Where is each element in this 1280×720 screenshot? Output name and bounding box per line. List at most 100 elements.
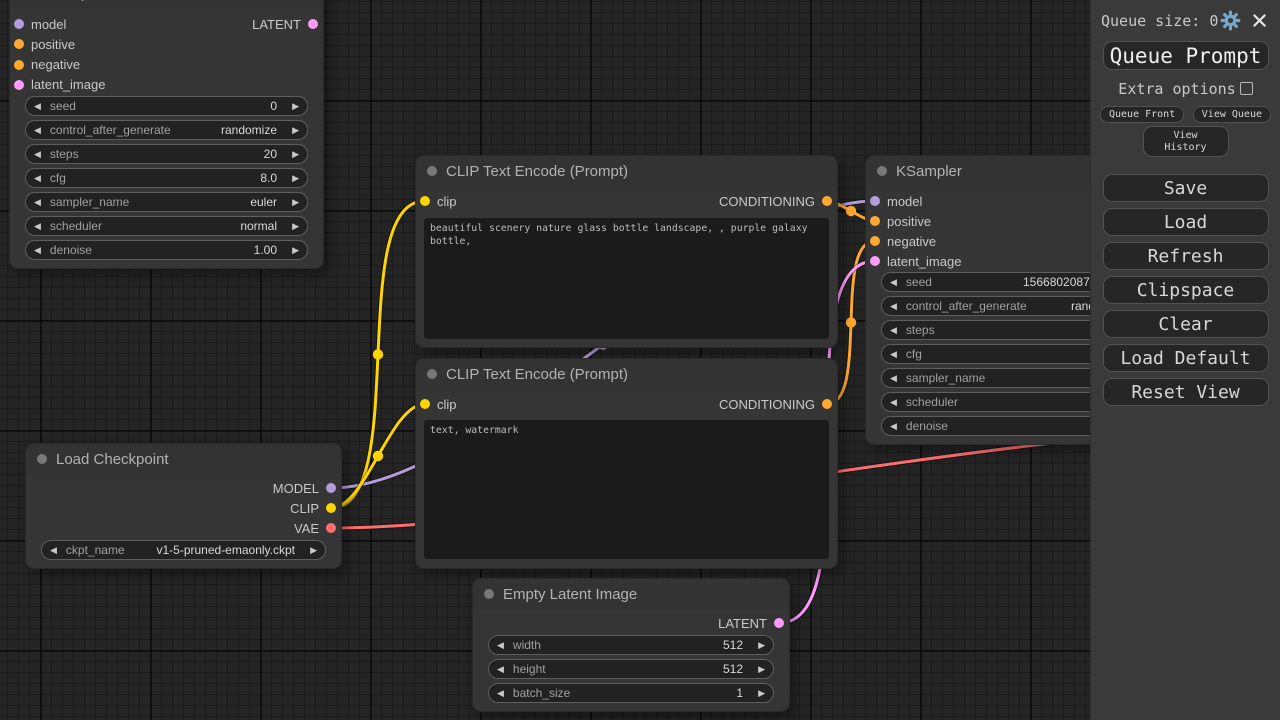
widget-decrement-icon[interactable]: ◀ bbox=[34, 149, 41, 160]
port-latent_image-icon[interactable] bbox=[870, 256, 880, 266]
widget-increment-icon[interactable]: ▶ bbox=[292, 101, 299, 112]
queue-prompt-button[interactable]: Queue Prompt bbox=[1103, 41, 1269, 70]
widget-steps[interactable]: ◀steps20▶ bbox=[25, 144, 308, 164]
widget-height[interactable]: ◀height512▶ bbox=[488, 659, 774, 679]
widget-cfg[interactable]: ◀cfg8.0▶ bbox=[25, 168, 308, 188]
widget-increment-icon[interactable]: ▶ bbox=[292, 221, 299, 232]
widget-decrement-icon[interactable]: ◀ bbox=[890, 373, 897, 384]
gear-icon[interactable] bbox=[1220, 10, 1241, 31]
reset-view-button[interactable]: Reset View bbox=[1103, 378, 1269, 406]
extra-options-checkbox[interactable] bbox=[1240, 82, 1253, 95]
view-history-button[interactable]: View History bbox=[1143, 126, 1229, 157]
node-title-bar[interactable]: Empty Latent Image bbox=[473, 579, 789, 609]
node-empty-latent-image[interactable]: Empty Latent Image LATENT◀width512▶◀heig… bbox=[473, 579, 789, 711]
prompt-textarea[interactable]: text, watermark bbox=[424, 420, 829, 559]
widget-decrement-icon[interactable]: ◀ bbox=[890, 421, 897, 432]
port-CONDITIONING-icon[interactable] bbox=[822, 399, 832, 409]
port-negative-icon[interactable] bbox=[14, 60, 24, 70]
prompt-textarea[interactable]: beautiful scenery nature glass bottle la… bbox=[424, 218, 829, 339]
widget-increment-icon[interactable]: ▶ bbox=[292, 197, 299, 208]
port-latent_image-icon[interactable] bbox=[14, 80, 24, 90]
widget-increment-icon[interactable]: ▶ bbox=[292, 149, 299, 160]
widget-increment-icon[interactable]: ▶ bbox=[292, 125, 299, 136]
slot-label: negative bbox=[887, 234, 936, 249]
widget-decrement-icon[interactable]: ◀ bbox=[890, 325, 897, 336]
widget-increment-icon[interactable]: ▶ bbox=[758, 640, 765, 651]
load-default-button[interactable]: Load Default bbox=[1103, 344, 1269, 372]
slot-latent_image: latent_image bbox=[870, 252, 961, 270]
queue-front-button[interactable]: Queue Front bbox=[1100, 106, 1184, 123]
widget-decrement-icon[interactable]: ◀ bbox=[890, 301, 897, 312]
widget-ckpt_name[interactable]: ◀ckpt_namev1-5-pruned-emaonly.ckpt▶ bbox=[41, 540, 326, 560]
widget-label: seed bbox=[906, 275, 932, 289]
slot-label: model bbox=[887, 194, 922, 209]
widget-increment-icon[interactable]: ▶ bbox=[758, 664, 765, 675]
widget-width[interactable]: ◀width512▶ bbox=[488, 635, 774, 655]
clipspace-button[interactable]: Clipspace bbox=[1103, 276, 1269, 304]
node-ksampler-left[interactable]: KSampler modelpositivenegativelatent_ima… bbox=[10, 0, 323, 268]
port-clip-icon[interactable] bbox=[420, 196, 430, 206]
node-load-checkpoint[interactable]: Load Checkpoint MODELCLIPVAE◀ckpt_namev1… bbox=[26, 444, 341, 568]
collapse-dot-icon[interactable] bbox=[484, 589, 494, 599]
widget-decrement-icon[interactable]: ◀ bbox=[34, 245, 41, 256]
widget-decrement-icon[interactable]: ◀ bbox=[890, 397, 897, 408]
widget-decrement-icon[interactable]: ◀ bbox=[34, 221, 41, 232]
port-clip-icon[interactable] bbox=[420, 399, 430, 409]
widget-increment-icon[interactable]: ▶ bbox=[292, 173, 299, 184]
widget-decrement-icon[interactable]: ◀ bbox=[890, 349, 897, 360]
collapse-dot-icon[interactable] bbox=[427, 166, 437, 176]
node-clip-text-encode-negative[interactable]: CLIP Text Encode (Prompt) text, watermar… bbox=[416, 359, 837, 568]
close-icon[interactable] bbox=[1252, 13, 1267, 28]
collapse-dot-icon[interactable] bbox=[427, 369, 437, 379]
port-model-icon[interactable] bbox=[14, 19, 24, 29]
port-CLIP-icon[interactable] bbox=[326, 503, 336, 513]
widget-increment-icon[interactable]: ▶ bbox=[758, 688, 765, 699]
port-LATENT-icon[interactable] bbox=[308, 19, 318, 29]
view-queue-button[interactable]: View Queue bbox=[1193, 106, 1271, 123]
node-title-bar[interactable]: CLIP Text Encode (Prompt) bbox=[416, 156, 837, 186]
port-positive-icon[interactable] bbox=[870, 216, 880, 226]
slot-negative: negative bbox=[870, 232, 936, 250]
widget-seed[interactable]: ◀seed0▶ bbox=[25, 96, 308, 116]
widget-control_after_generate[interactable]: ◀control_after_generaterandomize▶ bbox=[25, 120, 308, 140]
node-title-bar[interactable]: CLIP Text Encode (Prompt) bbox=[416, 359, 837, 389]
port-LATENT-icon[interactable] bbox=[774, 618, 784, 628]
node-clip-text-encode-positive[interactable]: CLIP Text Encode (Prompt) beautiful scen… bbox=[416, 156, 837, 347]
widget-decrement-icon[interactable]: ◀ bbox=[497, 640, 504, 651]
widget-increment-icon[interactable]: ▶ bbox=[292, 245, 299, 256]
widget-decrement-icon[interactable]: ◀ bbox=[497, 688, 504, 699]
node-title-bar[interactable]: KSampler bbox=[10, 0, 323, 8]
widget-decrement-icon[interactable]: ◀ bbox=[497, 664, 504, 675]
port-MODEL-icon[interactable] bbox=[326, 483, 336, 493]
widget-sampler_name[interactable]: ◀sampler_nameeuler▶ bbox=[25, 192, 308, 212]
port-VAE-icon[interactable] bbox=[326, 523, 336, 533]
save-button[interactable]: Save bbox=[1103, 174, 1269, 202]
widget-scheduler[interactable]: ◀schedulernormal▶ bbox=[25, 216, 308, 236]
widget-decrement-icon[interactable]: ◀ bbox=[34, 173, 41, 184]
link-midpoint-dot bbox=[373, 349, 383, 359]
widget-decrement-icon[interactable]: ◀ bbox=[34, 197, 41, 208]
port-negative-icon[interactable] bbox=[870, 236, 880, 246]
comfyui-canvas[interactable]: { "colors": { "model": "#B39DDB", "clip"… bbox=[0, 0, 1280, 720]
slot-LATENT: LATENT bbox=[718, 614, 784, 632]
widget-increment-icon[interactable]: ▶ bbox=[310, 545, 317, 556]
port-CONDITIONING-icon[interactable] bbox=[822, 196, 832, 206]
widget-label: seed bbox=[50, 99, 76, 113]
widget-denoise[interactable]: ◀denoise1.00▶ bbox=[25, 240, 308, 260]
widget-value: normal bbox=[240, 219, 277, 233]
load-button[interactable]: Load bbox=[1103, 208, 1269, 236]
port-model-icon[interactable] bbox=[870, 196, 880, 206]
widget-decrement-icon[interactable]: ◀ bbox=[50, 545, 57, 556]
collapse-dot-icon[interactable] bbox=[37, 454, 47, 464]
widget-value: 512 bbox=[723, 662, 743, 676]
node-title-bar[interactable]: Load Checkpoint bbox=[26, 444, 341, 474]
clear-button[interactable]: Clear bbox=[1103, 310, 1269, 338]
widget-decrement-icon[interactable]: ◀ bbox=[34, 125, 41, 136]
collapse-dot-icon[interactable] bbox=[877, 166, 887, 176]
port-positive-icon[interactable] bbox=[14, 39, 24, 49]
widget-label: denoise bbox=[50, 243, 92, 257]
widget-batch_size[interactable]: ◀batch_size1▶ bbox=[488, 683, 774, 703]
widget-decrement-icon[interactable]: ◀ bbox=[890, 277, 897, 288]
widget-decrement-icon[interactable]: ◀ bbox=[34, 101, 41, 112]
refresh-button[interactable]: Refresh bbox=[1103, 242, 1269, 270]
